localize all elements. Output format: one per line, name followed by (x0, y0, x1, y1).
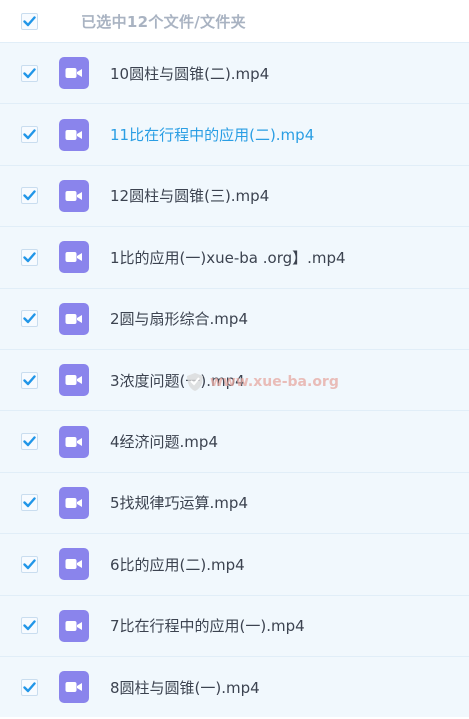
file-row[interactable]: 8圆柱与圆锥(一).mp4 (0, 655, 469, 718)
video-icon (59, 548, 89, 581)
checkmark-icon (23, 67, 36, 78)
file-checkbox[interactable] (21, 248, 38, 266)
video-icon (59, 671, 89, 704)
file-name[interactable]: 5找规律巧运算.mp4 (110, 492, 248, 513)
file-checkbox[interactable] (21, 64, 38, 82)
file-name[interactable]: 3浓度问题(一).mp4 (110, 370, 245, 391)
file-row[interactable]: 6比的应用(二).mp4 (0, 533, 469, 595)
file-checkbox[interactable] (21, 310, 38, 328)
file-name[interactable]: 12圆柱与圆锥(三).mp4 (110, 185, 269, 206)
selection-header: 已选中12个文件/文件夹 (0, 0, 469, 42)
file-checkbox[interactable] (21, 187, 38, 205)
file-checkbox[interactable] (21, 617, 38, 635)
checkmark-icon (23, 313, 36, 324)
checkmark-icon (23, 620, 36, 631)
file-row[interactable]: 12圆柱与圆锥(三).mp4 (0, 164, 469, 227)
file-list: 10圆柱与圆锥(二).mp4 11比在行程中的应用(二).mp4 12圆柱与圆锥(三… (0, 42, 469, 718)
file-row[interactable]: 11比在行程中的应用(二).mp4 (0, 103, 469, 165)
file-name[interactable]: 6比的应用(二).mp4 (110, 554, 245, 575)
file-name[interactable]: 10圆柱与圆锥(二).mp4 (110, 63, 269, 84)
file-name[interactable]: 1比的应用(一)xue-ba .org】.mp4 (110, 247, 346, 268)
file-checkbox[interactable] (21, 494, 38, 512)
checkmark-icon (23, 681, 36, 692)
file-row[interactable]: 7比在行程中的应用(一).mp4 (0, 594, 469, 656)
file-name[interactable]: 7比在行程中的应用(一).mp4 (110, 615, 305, 636)
video-icon (59, 425, 89, 458)
checkmark-icon (23, 559, 36, 570)
select-all-checkbox[interactable] (21, 12, 38, 30)
file-checkbox[interactable] (21, 126, 38, 144)
file-name[interactable]: 4经济问题.mp4 (110, 431, 218, 452)
checkmark-icon (23, 252, 36, 263)
checkmark-icon (23, 374, 36, 385)
checkmark-icon (23, 129, 36, 140)
file-name[interactable]: 2圆与扇形综合.mp4 (110, 308, 248, 329)
checkmark-icon (23, 190, 36, 201)
file-row[interactable]: 4经济问题.mp4 (0, 410, 469, 472)
file-row[interactable]: 2圆与扇形综合.mp4 (0, 287, 469, 349)
checkmark-icon (23, 497, 36, 508)
file-name[interactable]: 8圆柱与圆锥(一).mp4 (110, 677, 260, 698)
file-row[interactable]: 10圆柱与圆锥(二).mp4 (0, 42, 469, 104)
selection-count-label: 已选中12个文件/文件夹 (81, 12, 246, 31)
video-icon (59, 179, 89, 212)
video-icon (59, 609, 89, 642)
file-row[interactable]: 5找规律巧运算.mp4 (0, 471, 469, 534)
video-icon (59, 302, 89, 335)
video-icon (59, 364, 89, 397)
checkmark-icon (23, 15, 36, 26)
file-checkbox[interactable] (21, 555, 38, 573)
video-icon (59, 57, 89, 90)
video-icon (59, 486, 89, 519)
checkmark-icon (23, 436, 36, 447)
video-icon (59, 241, 89, 274)
file-name[interactable]: 11比在行程中的应用(二).mp4 (110, 124, 314, 145)
file-checkbox[interactable] (21, 371, 38, 389)
file-row[interactable]: 3浓度问题(一).mp4 (0, 348, 469, 411)
file-checkbox[interactable] (21, 678, 38, 696)
file-row[interactable]: 1比的应用(一)xue-ba .org】.mp4 (0, 226, 469, 288)
video-icon (59, 118, 89, 151)
file-checkbox[interactable] (21, 433, 38, 451)
